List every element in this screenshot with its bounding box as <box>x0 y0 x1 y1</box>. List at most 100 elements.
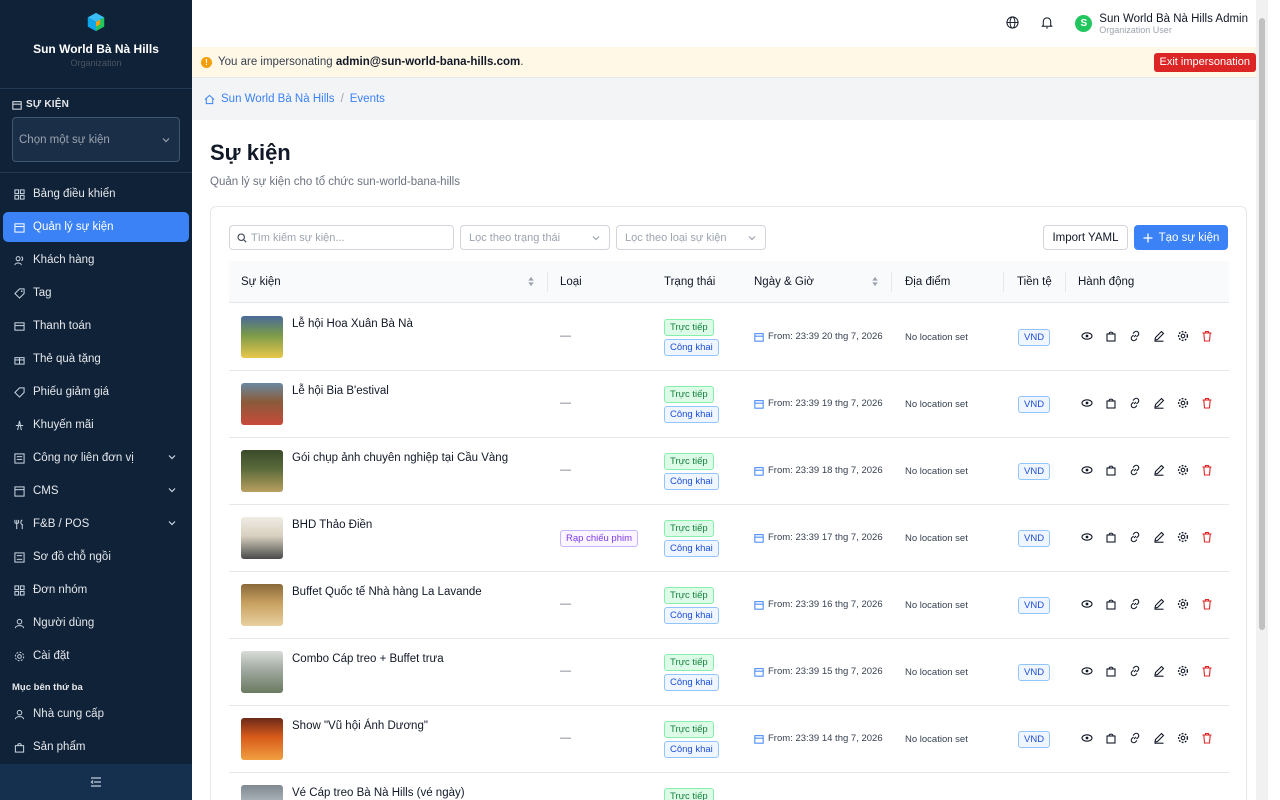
sidebar-item[interactable]: Cài đặt <box>3 641 189 671</box>
sidebar-item[interactable]: Khách hàng <box>3 245 189 275</box>
exit-impersonation-button[interactable]: Exit impersonation <box>1153 52 1256 72</box>
sidebar-item[interactable]: Quản lý sự kiện <box>3 212 189 242</box>
scrollbar-thumb[interactable] <box>1259 18 1265 630</box>
edit-button[interactable] <box>1153 531 1165 543</box>
status-filter-select[interactable]: Lọc theo trạng thái <box>460 225 610 250</box>
view-button[interactable] <box>1081 665 1093 677</box>
sort-icon[interactable] <box>871 276 879 287</box>
table-row[interactable]: Vé Cáp treo Bà Nà Hills (vé ngày)—Trực t… <box>229 773 1229 800</box>
edit-button[interactable] <box>1153 464 1165 476</box>
sidebar-item[interactable]: Phiếu giảm giá <box>3 377 189 407</box>
bag-button[interactable] <box>1105 330 1117 342</box>
create-event-button[interactable]: Tạo sự kiện <box>1134 225 1228 250</box>
sidebar-item[interactable]: F&B / POS <box>3 509 189 539</box>
trash-button[interactable] <box>1201 531 1213 543</box>
table-row[interactable]: Lễ hội Hoa Xuân Bà Nà — Trực tiếp Công khai… <box>229 304 1229 371</box>
trash-button[interactable] <box>1201 598 1213 610</box>
gear-button[interactable] <box>1177 598 1189 610</box>
column-header-event[interactable]: Sự kiện <box>241 261 281 303</box>
gear-button[interactable] <box>1177 531 1189 543</box>
event-select[interactable]: Chọn một sự kiện <box>12 117 180 162</box>
sidebar-item[interactable]: Công nợ liên đơn vị <box>3 443 189 473</box>
sidebar-item[interactable]: Nhà cung cấp <box>3 699 189 729</box>
gear-button[interactable] <box>1177 665 1189 677</box>
gear-button[interactable] <box>1177 464 1189 476</box>
trash-button[interactable] <box>1201 665 1213 677</box>
view-button[interactable] <box>1081 330 1093 342</box>
view-button[interactable] <box>1081 464 1093 476</box>
view-button[interactable] <box>1081 531 1093 543</box>
edit-button[interactable] <box>1153 598 1165 610</box>
gear-button[interactable] <box>1177 330 1189 342</box>
table-row[interactable]: Buffet Quốc tế Nhà hàng La Lavande — Trực … <box>229 572 1229 639</box>
bag-button[interactable] <box>1105 531 1117 543</box>
edit-button[interactable] <box>1153 732 1165 744</box>
gear-button[interactable] <box>1177 397 1189 409</box>
bag-button[interactable] <box>1105 598 1117 610</box>
view-button[interactable] <box>1081 732 1093 744</box>
bag-button[interactable] <box>1105 397 1117 409</box>
sidebar-item[interactable]: Khuyến mãi <box>3 410 189 440</box>
link-button[interactable] <box>1129 732 1141 744</box>
notifications-button[interactable] <box>1041 16 1054 32</box>
table-row[interactable]: Lễ hội Bia B'estival — Trực tiếp Công khai F… <box>229 371 1229 438</box>
bag-button[interactable] <box>1105 464 1117 476</box>
sidebar-item[interactable]: Thẻ quà tặng <box>3 344 189 374</box>
event-name[interactable]: Buffet Quốc tế Nhà hàng La Lavande <box>292 586 482 598</box>
bag-button[interactable] <box>1105 732 1117 744</box>
table-row[interactable]: Show "Vũ hội Ánh Dương" — Trực tiếp Công kh… <box>229 706 1229 773</box>
link-button[interactable] <box>1129 531 1141 543</box>
home-icon[interactable] <box>204 94 215 105</box>
breadcrumb-home[interactable]: Sun World Bà Nà Hills <box>221 93 335 105</box>
sidebar-collapse-button[interactable] <box>0 764 192 800</box>
link-button[interactable] <box>1129 665 1141 677</box>
link-button[interactable] <box>1129 598 1141 610</box>
event-date-text: From: 23:39 16 thg 7, 2026 <box>768 599 883 610</box>
search-input[interactable]: Tìm kiếm sự kiện... <box>229 225 454 250</box>
link-button[interactable] <box>1129 330 1141 342</box>
event-name[interactable]: Vé Cáp treo Bà Nà Hills (vé ngày) <box>292 787 465 799</box>
language-button[interactable] <box>1006 15 1019 32</box>
sidebar-item[interactable]: Đơn nhóm <box>3 575 189 605</box>
type-empty: — <box>560 330 571 342</box>
table-row[interactable]: Combo Cáp treo + Buffet trưa — Trực tiếp Cô… <box>229 639 1229 706</box>
link-button[interactable] <box>1129 464 1141 476</box>
event-name[interactable]: Lễ hội Bia B'estival <box>292 385 389 397</box>
event-name[interactable]: Lễ hội Hoa Xuân Bà Nà <box>292 318 413 330</box>
view-button[interactable] <box>1081 397 1093 409</box>
edit-button[interactable] <box>1153 397 1165 409</box>
scrollbar[interactable] <box>1256 0 1268 800</box>
event-name[interactable]: BHD Thảo Điền <box>292 519 372 531</box>
event-name[interactable]: Gói chụp ảnh chuyên nghiệp tại Cầu Vàng <box>292 452 508 464</box>
trash-button[interactable] <box>1201 397 1213 409</box>
sidebar-item[interactable]: Sản phẩm <box>3 732 189 762</box>
bag-icon <box>1106 532 1116 543</box>
column-header-datetime[interactable]: Ngày & Giờ <box>754 261 814 303</box>
user-menu[interactable]: S Sun World Bà Nà Hills Admin Organizati… <box>1075 13 1248 35</box>
view-button[interactable] <box>1081 598 1093 610</box>
table-row[interactable]: Gói chụp ảnh chuyên nghiệp tại Cầu Vàng —… <box>229 438 1229 505</box>
trash-button[interactable] <box>1201 464 1213 476</box>
sidebar-item[interactable]: Bảng điều khiển <box>3 179 189 209</box>
table-row[interactable]: BHD Thảo Điền Rạp chiếu phim Trực tiếp Công… <box>229 505 1229 572</box>
sidebar-item[interactable]: Thanh toán <box>3 311 189 341</box>
event-name[interactable]: Show "Vũ hội Ánh Dương" <box>292 720 428 732</box>
link-button[interactable] <box>1129 397 1141 409</box>
edit-button[interactable] <box>1153 330 1165 342</box>
sidebar-item[interactable]: CMS <box>3 476 189 506</box>
trash-button[interactable] <box>1201 732 1213 744</box>
sidebar-item[interactable]: Tag <box>3 278 189 308</box>
type-filter-select[interactable]: Lọc theo loại sự kiện <box>616 225 766 250</box>
sidebar-item[interactable]: Người dùng <box>3 608 189 638</box>
event-name[interactable]: Combo Cáp treo + Buffet trưa <box>292 653 444 665</box>
bag-button[interactable] <box>1105 665 1117 677</box>
brand[interactable]: Sun World Bà Nà Hills Organization <box>0 0 192 88</box>
trash-button[interactable] <box>1201 330 1213 342</box>
sidebar-item[interactable]: Sơ đồ chỗ ngồi <box>3 542 189 572</box>
edit-button[interactable] <box>1153 665 1165 677</box>
sidebar-item-label: Khuyến mãi <box>33 419 94 431</box>
sort-icon[interactable] <box>527 276 535 287</box>
import-yaml-button[interactable]: Import YAML <box>1043 225 1128 250</box>
breadcrumb-current[interactable]: Events <box>350 93 385 105</box>
gear-button[interactable] <box>1177 732 1189 744</box>
